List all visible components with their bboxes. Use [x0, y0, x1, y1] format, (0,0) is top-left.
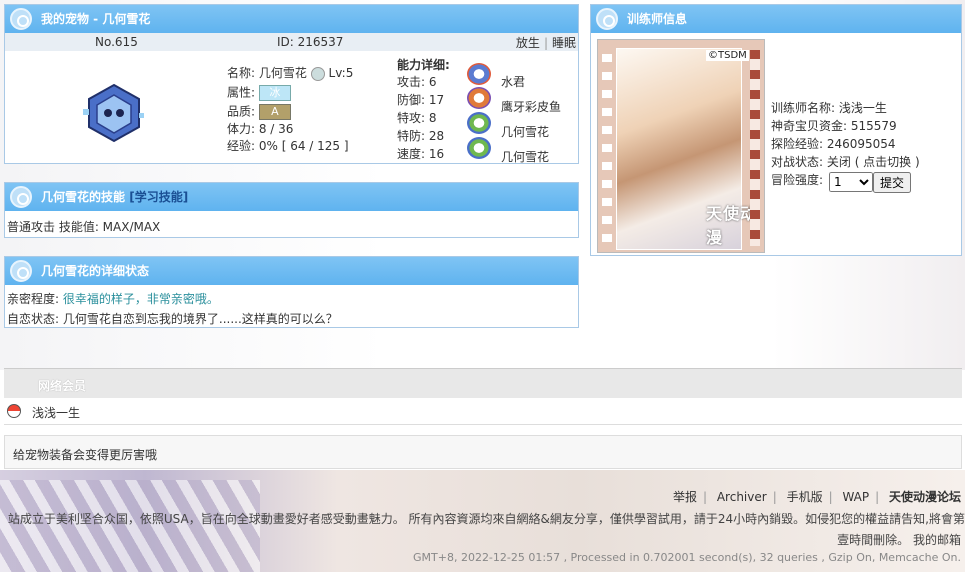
narc-label: 自恋状态:	[7, 312, 60, 326]
intimacy-row: 亲密程度: 很幸福的样子，非常亲密哦。	[7, 292, 219, 306]
submit-button[interactable]: 提交	[873, 172, 911, 193]
intimacy-label: 亲密程度:	[7, 292, 60, 306]
narc-value: 几何雪花自恋到忘我的境界了......这样真的可以么？	[62, 312, 338, 326]
pokemon-icon-cryogonal-1	[467, 112, 491, 134]
stat-spdef: 特防: 28	[397, 129, 445, 143]
risk-row: 冒险强度:	[771, 173, 823, 187]
gender-icon	[310, 66, 325, 81]
archiver-link[interactable]: Archiver	[717, 490, 767, 504]
trainer-panel-header: 训练师信息	[591, 5, 961, 33]
tip-box: 给宠物装备会变得更厉害哦	[4, 435, 962, 469]
pet-sprite-image	[83, 83, 144, 143]
pokeball-icon	[596, 8, 618, 30]
pet-name-row: 名称: 几何雪花 Lv:5	[227, 66, 353, 81]
pet-hp: 体力: 8 / 36	[227, 122, 294, 136]
pet-name: 几何雪花	[258, 66, 307, 80]
pokemon-icon-fish	[467, 87, 491, 109]
release-button[interactable]: 放生	[516, 36, 540, 50]
trainer-panel-title: 训练师信息	[627, 12, 688, 26]
abilities-title: 能力详细:	[397, 58, 450, 72]
trainer-avatar: ©TSDM 天使动漫	[597, 39, 765, 253]
attr-label: 属性:	[227, 85, 256, 100]
risk-label: 冒险强度:	[771, 173, 824, 187]
pokemon-icon-cryogonal-2	[467, 137, 491, 159]
trainer-exp: 探险经验: 246095054	[771, 137, 896, 151]
footer-stats: GMT+8, 2022-12-25 01:57 , Processed in 0…	[413, 551, 961, 564]
stat-attack: 攻击: 6	[397, 75, 437, 89]
online-members-title: 网络会员	[38, 379, 87, 393]
learn-skill-link[interactable]: [学习技能]	[129, 190, 188, 204]
pokeball-icon	[10, 8, 32, 30]
risk-select[interactable]: 1	[829, 172, 873, 192]
pokeball-icon	[10, 186, 32, 208]
tip-text: 给宠物装备会变得更厉害哦	[13, 448, 158, 462]
avatar-watermark: ©TSDM	[706, 50, 749, 61]
stat-spatk: 特攻: 8	[397, 111, 437, 125]
online-members-list: 浅浅一生	[4, 398, 962, 425]
name-label: 名称:	[227, 66, 256, 80]
pet-actions: 放生 | 睡眠	[515, 35, 576, 50]
trainer-money: 神奇宝贝资金: 515579	[771, 119, 897, 133]
quality-badge: A	[258, 104, 291, 120]
attr-badge: 冰	[258, 85, 291, 101]
pet-panel: 我的宠物 - 几何雪花 No.615 ID: 216537 放生 | 睡眠 名称: …	[4, 4, 579, 164]
sleep-button[interactable]: 睡眠	[552, 36, 576, 50]
footer-disclaimer-2: 壹時間刪除。 我的邮箱	[837, 533, 961, 547]
trainer-name: 训练师名称: 浅浅一生	[771, 101, 887, 115]
skills-panel: 几何雪花的技能 [学习技能] 普通攻击 技能值: MAX/MAX	[4, 182, 579, 238]
avatar-side-marks	[602, 54, 612, 244]
stat-speed: 速度: 16	[397, 147, 445, 161]
battle-status-row: 对战状态: 关闭 ( 点击切换 )	[771, 155, 920, 169]
online-members-bar: 网络会员	[4, 368, 962, 399]
pet-exp: 经验: 0% [ 64 / 125 ]	[227, 139, 349, 153]
pet-attr-row: 属性: 冰	[227, 85, 291, 101]
pokemon-name-cryogonal-1: 几何雪花	[501, 125, 550, 139]
forum-home-link[interactable]: 天使动漫论坛	[889, 490, 961, 504]
pokemon-name-suicune: 水君	[501, 75, 526, 89]
pokemon-name-cryogonal-2: 几何雪花	[501, 150, 550, 164]
stat-defense: 防御: 17	[397, 93, 445, 107]
pet-level: Lv:5	[328, 66, 354, 80]
pet-id-bar: No.615 ID: 216537 放生 | 睡眠	[5, 33, 578, 51]
pokeball-icon	[7, 404, 21, 418]
pet-id: ID: 216537	[277, 35, 344, 49]
skills-panel-title: 几何雪花的技能	[41, 190, 126, 204]
detail-panel-title: 几何雪花的详细状态	[41, 264, 150, 278]
battle-toggle-link[interactable]: ( 点击切换 )	[855, 155, 920, 169]
pet-quality-row: 品质: A	[227, 104, 291, 120]
mobile-link[interactable]: 手机版	[787, 490, 823, 504]
detail-panel-header: 几何雪花的详细状态	[5, 257, 578, 285]
pet-panel-header: 我的宠物 - 几何雪花	[5, 5, 578, 33]
wap-link[interactable]: WAP	[842, 490, 869, 504]
quality-label: 品质:	[227, 104, 256, 119]
report-link[interactable]: 举报	[673, 490, 697, 504]
pet-number: No.615	[95, 35, 138, 49]
online-member-link[interactable]: 浅浅一生	[32, 404, 80, 421]
pokemon-name-fish: 鹰牙彩皮鱼	[501, 100, 562, 114]
intimacy-value: 很幸福的样子，非常亲密哦。	[62, 292, 219, 306]
pokeball-icon	[10, 260, 32, 282]
trainer-panel: 训练师信息 ©TSDM 天使动漫 训练师名称: 浅浅一生 神奇宝贝资金: 515…	[590, 4, 962, 256]
battle-status: 对战状态: 关闭	[771, 155, 851, 169]
avatar-side-marks-right	[750, 50, 760, 246]
pet-panel-title: 我的宠物 - 几何雪花	[41, 12, 151, 26]
pokemon-icon-suicune	[467, 63, 491, 85]
footer-disclaimer: 站成立于美利坚合众国，依照USA，旨在向全球動畫愛好者感受動畫魅力。 所有內容資…	[7, 512, 965, 526]
skills-text: 普通攻击 技能值: MAX/MAX	[7, 220, 161, 234]
skills-panel-header: 几何雪花的技能 [学习技能]	[5, 183, 578, 211]
narc-row: 自恋状态: 几何雪花自恋到忘我的境界了......这样真的可以么？	[7, 312, 338, 326]
detail-panel: 几何雪花的详细状态 亲密程度: 很幸福的样子，非常亲密哦。 自恋状态: 几何雪花…	[4, 256, 579, 328]
footer-links: 举报 | Archiver | 手机版 | WAP | 天使动漫论坛	[672, 490, 961, 504]
